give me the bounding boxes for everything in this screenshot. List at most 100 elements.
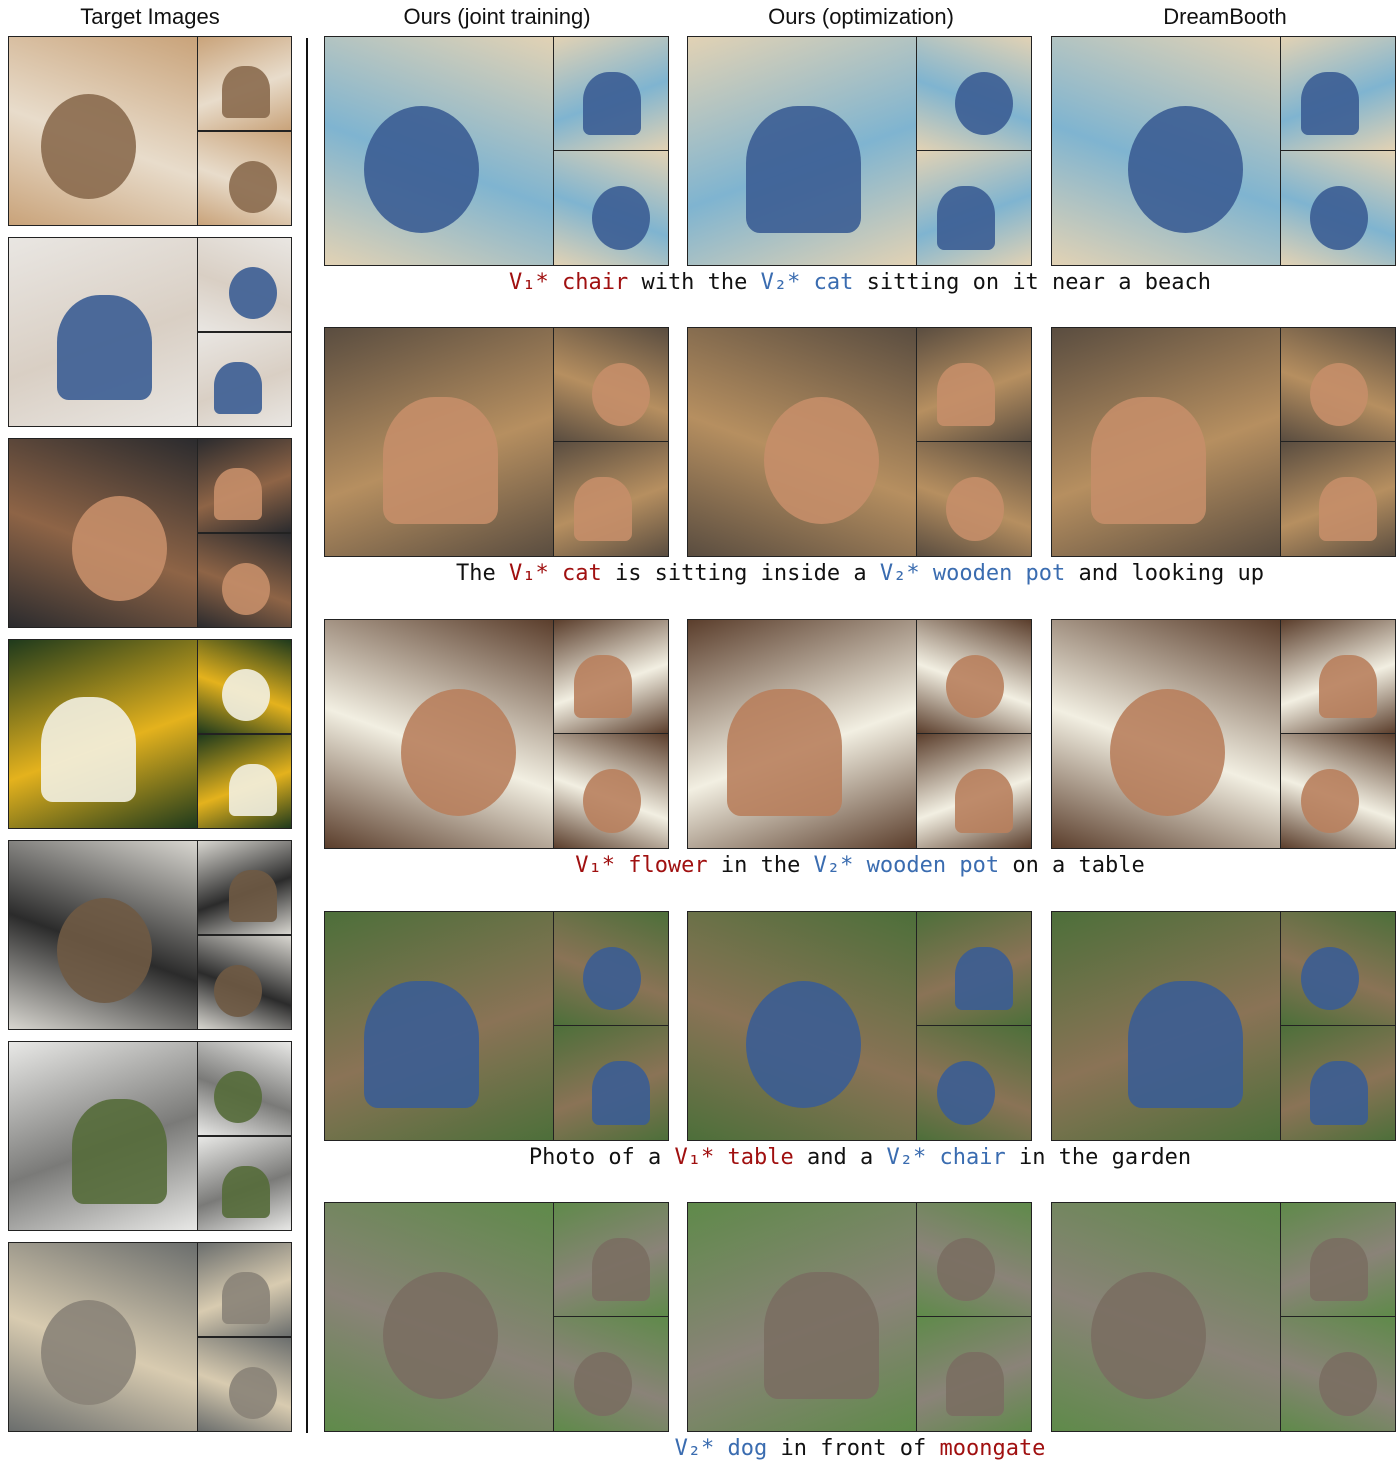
photo-subject [746,981,861,1108]
header-target-images: Target Images [80,4,220,29]
photo-subject [937,186,995,250]
target-thumb-image [197,935,292,1030]
caption-token: V₂* wooden pot [813,853,1000,878]
photo-subject [1319,655,1377,718]
caption-token: sitting on it near a beach [853,270,1211,295]
photo-subject [72,1099,167,1204]
caption-token: V₁* chair [508,270,629,295]
photo-subject [937,1238,995,1301]
target-thumb-image [197,332,292,427]
result-thumb-image [553,441,669,557]
caption-token: V₂* cat [760,270,854,295]
photo-subject [937,363,995,426]
result-thumb-image [553,327,669,442]
photo-subject [574,477,632,541]
result-main-image [687,911,917,1141]
caption-row-2: The V₁* cat is sitting inside a V₂* wood… [320,561,1400,586]
target-main-image [8,438,198,628]
target-thumb-image [197,1041,292,1136]
caption-token: The [456,561,509,586]
photo-subject [955,72,1013,135]
target-main-image [8,237,198,427]
photo-subject [1310,186,1368,250]
caption-token: with the [628,270,761,295]
photo-subject [214,1071,262,1123]
result-main-image [687,36,917,266]
photo-subject [1128,106,1243,233]
target-thumb-image [197,533,292,628]
target-main-image [8,840,198,1030]
target-thumb-image [197,1136,292,1231]
photo-subject [592,1238,650,1301]
photo-subject [746,106,861,233]
caption-row-5: V₂* dog in front of moongate [320,1436,1400,1461]
result-main-image [1051,1202,1281,1432]
target-thumb-image [197,36,292,131]
result-main-image [1051,36,1281,266]
photo-subject [1319,477,1377,541]
result-thumb-image [916,441,1032,557]
result-thumb-image [1280,1202,1396,1317]
photo-subject [764,397,879,524]
target-thumb-image [197,840,292,935]
photo-subject [222,1166,270,1218]
photo-subject [1310,363,1368,426]
result-main-image [687,619,917,849]
target-thumb-image [197,734,292,829]
caption-row-3: V₁* flower in the V₂* wooden pot on a ta… [320,853,1400,878]
caption-token: and a [793,1145,887,1170]
caption-row-1: V₁* chair with the V₂* cat sitting on it… [320,270,1400,295]
result-main-image [324,36,554,266]
result-thumb-image [1280,150,1396,266]
photo-subject [583,72,641,135]
photo-subject [41,1300,136,1405]
photo-subject [1301,947,1359,1010]
photo-subject [955,769,1013,833]
photo-subject [57,295,152,400]
photo-subject [214,362,262,414]
photo-subject [364,106,479,233]
photo-subject [401,689,516,816]
result-thumb-image [553,619,669,734]
photo-subject [229,764,277,816]
target-main-image [8,1242,198,1432]
result-thumb-image [553,1025,669,1141]
result-thumb-image [1280,911,1396,1026]
caption-token: is sitting inside a [601,561,880,586]
photo-subject [1319,1352,1377,1416]
photo-subject [1301,769,1359,833]
result-main-image [1051,327,1281,557]
caption-token: in front of [767,1436,940,1461]
result-thumb-image [553,1316,669,1432]
caption-token: Photo of a [528,1145,675,1170]
photo-subject [946,655,1004,718]
photo-subject [955,947,1013,1010]
photo-subject [1091,1272,1206,1399]
result-thumb-image [1280,619,1396,734]
photo-subject [764,1272,879,1399]
result-thumb-image [916,733,1032,849]
result-thumb-image [916,1316,1032,1432]
result-thumb-image [553,733,669,849]
result-thumb-image [916,327,1032,442]
photo-subject [57,898,152,1003]
photo-subject [937,1061,995,1125]
header-optimization: Ours (optimization) [768,4,954,29]
photo-subject [946,1352,1004,1416]
result-thumb-image [553,36,669,151]
photo-subject [1091,397,1206,524]
photo-subject [229,870,277,922]
caption-token: V₁* table [674,1145,794,1170]
result-main-image [687,1202,917,1432]
result-thumb-image [553,1202,669,1317]
result-thumb-image [553,911,669,1026]
photo-subject [229,267,277,319]
result-thumb-image [916,36,1032,151]
target-main-image [8,36,198,226]
target-thumb-image [197,639,292,734]
photo-subject [592,1061,650,1125]
result-thumb-image [916,1202,1032,1317]
result-main-image [324,911,554,1141]
photo-subject [222,563,270,615]
target-thumb-image [197,131,292,226]
